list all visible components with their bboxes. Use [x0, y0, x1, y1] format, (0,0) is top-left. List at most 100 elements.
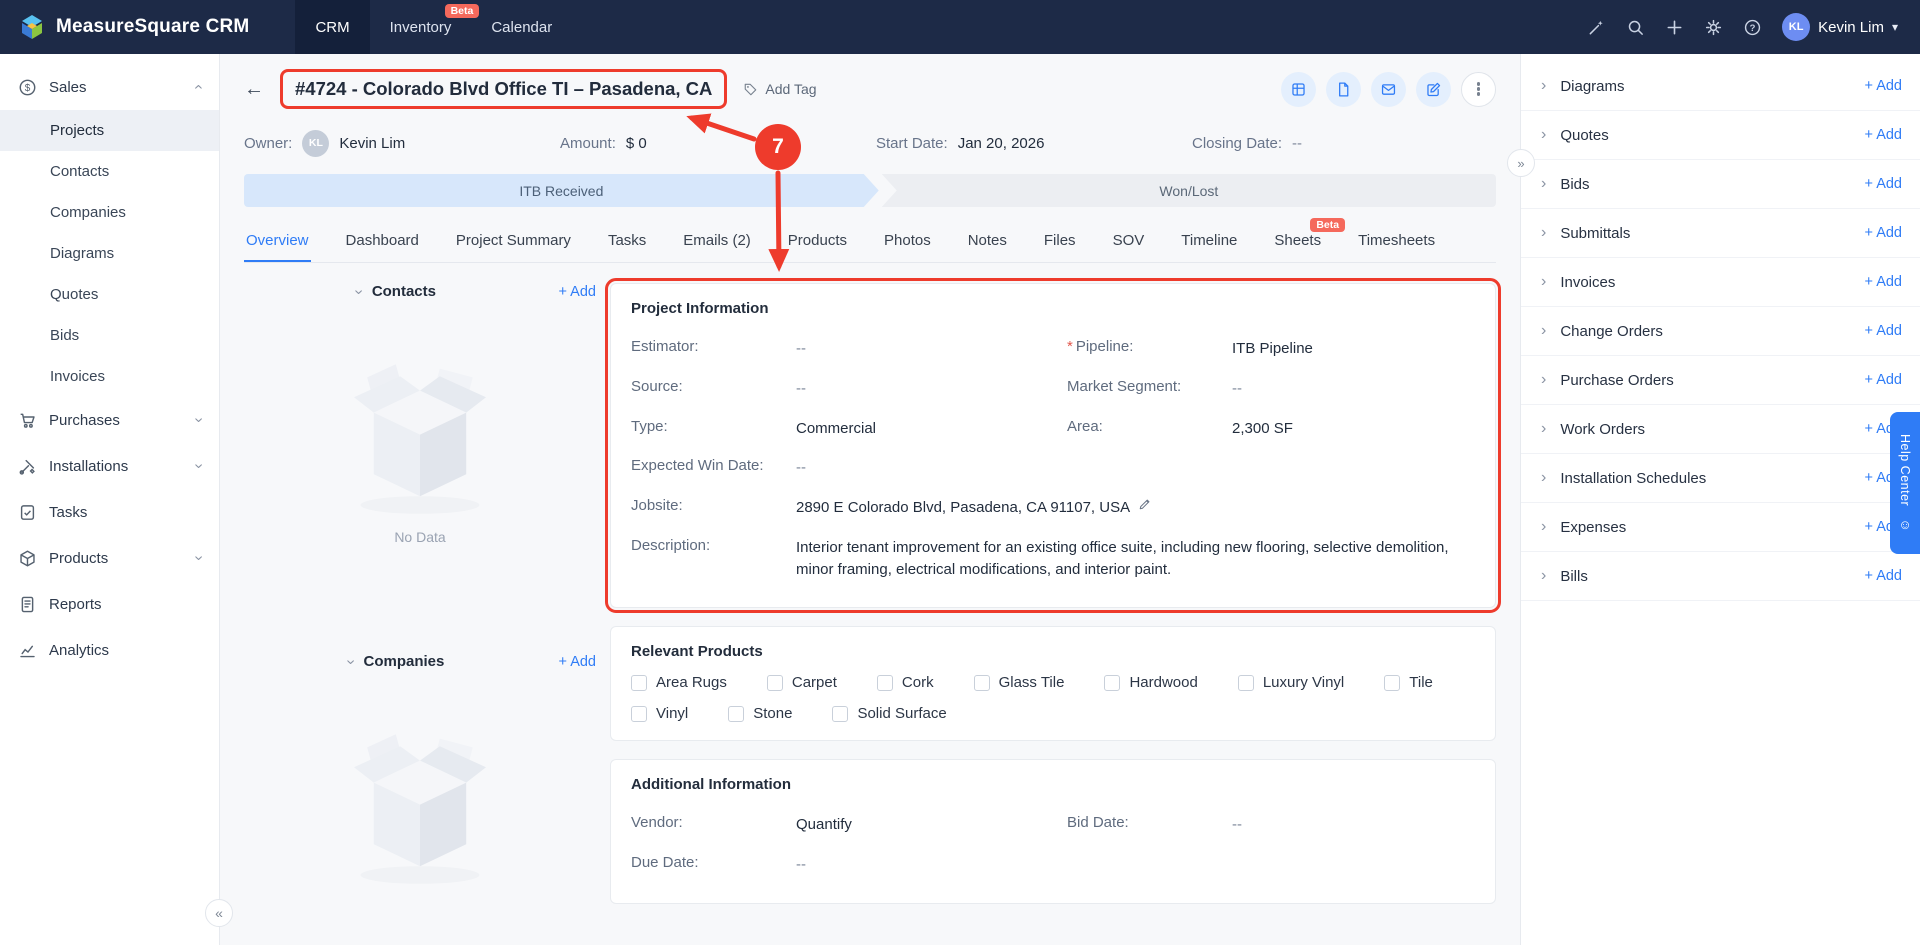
checkbox-tile[interactable]: Tile — [1384, 674, 1433, 691]
gear-icon[interactable] — [1704, 18, 1723, 37]
panel-row-expenses[interactable]: › Expenses + Add — [1521, 503, 1920, 552]
sidebar-item-quotes[interactable]: Quotes — [0, 274, 219, 315]
sidebar-item-contacts[interactable]: Contacts — [0, 151, 219, 192]
tab-timeline[interactable]: Timeline — [1179, 221, 1239, 262]
field-value[interactable]: Quantify — [796, 814, 852, 836]
tab-emails[interactable]: Emails (2) — [681, 221, 753, 262]
panel-row-submittals[interactable]: › Submittals + Add — [1521, 209, 1920, 258]
panel-row-invoices[interactable]: › Invoices + Add — [1521, 258, 1920, 307]
field-value[interactable]: Interior tenant improvement for an exist… — [796, 537, 1475, 581]
tab-products[interactable]: Products — [786, 221, 849, 262]
add-invoice-button[interactable]: + Add — [1865, 274, 1903, 290]
user-menu[interactable]: KL Kevin Lim ▾ — [1782, 13, 1898, 41]
nav-crm[interactable]: CRM — [295, 0, 370, 54]
panel-row-bills[interactable]: › Bills + Add — [1521, 552, 1920, 601]
stage-won-lost[interactable]: Won/Lost — [881, 174, 1496, 207]
sidebar-section-installations[interactable]: Installations › — [0, 443, 219, 489]
add-change-order-button[interactable]: + Add — [1865, 323, 1903, 339]
field-value[interactable]: -- — [1232, 378, 1242, 400]
checkbox-carpet[interactable]: Carpet — [766, 674, 837, 691]
chevron-right-icon[interactable]: › — [1541, 175, 1546, 193]
start-date-value[interactable]: Jan 20, 2026 — [958, 135, 1045, 152]
tab-dashboard[interactable]: Dashboard — [344, 221, 421, 262]
sidebar-item-projects[interactable]: Projects — [0, 110, 219, 151]
sidebar-section-tasks[interactable]: Tasks — [0, 489, 219, 535]
add-bid-button[interactable]: + Add — [1865, 176, 1903, 192]
tab-files[interactable]: Files — [1042, 221, 1078, 262]
add-quote-button[interactable]: + Add — [1865, 127, 1903, 143]
add-contact-button[interactable]: + Add — [558, 284, 596, 300]
tab-sov[interactable]: SOV — [1111, 221, 1147, 262]
chevron-right-icon[interactable]: › — [1541, 420, 1546, 438]
field-value[interactable]: -- — [796, 457, 806, 479]
panel-row-bids[interactable]: › Bids + Add — [1521, 160, 1920, 209]
diagram-button[interactable] — [1281, 71, 1316, 107]
collapse-sidebar-button[interactable]: « — [205, 899, 233, 927]
add-diagram-button[interactable]: + Add — [1865, 78, 1903, 94]
back-arrow-icon[interactable]: ← — [244, 78, 264, 101]
sidebar-section-analytics[interactable]: Analytics — [0, 627, 219, 673]
sidebar-section-sales[interactable]: $ Sales › — [0, 64, 219, 110]
sidebar-section-reports[interactable]: Reports — [0, 581, 219, 627]
field-value[interactable]: -- — [1232, 814, 1242, 836]
nav-inventory[interactable]: Inventory Beta — [370, 0, 480, 54]
tab-timesheets[interactable]: Timesheets — [1356, 221, 1437, 262]
tab-project-summary[interactable]: Project Summary — [454, 221, 573, 262]
closing-date-value[interactable]: -- — [1292, 135, 1302, 152]
document-button[interactable] — [1326, 71, 1361, 107]
add-company-button[interactable]: + Add — [559, 654, 597, 670]
magic-wand-icon[interactable] — [1587, 18, 1606, 37]
sidebar-item-companies[interactable]: Companies — [0, 192, 219, 233]
tab-sheets[interactable]: Sheets Beta — [1272, 218, 1346, 262]
sidebar-item-bids[interactable]: Bids — [0, 315, 219, 356]
sidebar-section-purchases[interactable]: Purchases › — [0, 397, 219, 443]
chevron-right-icon[interactable]: › — [1541, 126, 1546, 144]
stage-itb-received[interactable]: ITB Received — [244, 174, 879, 207]
field-value[interactable]: ITB Pipeline — [1232, 338, 1313, 360]
panel-row-diagrams[interactable]: › Diagrams + Add — [1521, 62, 1920, 111]
tab-tasks[interactable]: Tasks — [606, 221, 648, 262]
help-icon[interactable]: ? — [1743, 18, 1762, 37]
plus-icon[interactable] — [1665, 18, 1684, 37]
field-value[interactable]: -- — [796, 854, 806, 876]
chevron-down-icon[interactable]: › — [343, 659, 360, 664]
sidebar-item-invoices[interactable]: Invoices — [0, 356, 219, 397]
field-value[interactable]: Commercial — [796, 418, 876, 440]
checkbox-vinyl[interactable]: Vinyl — [631, 705, 688, 722]
tab-overview[interactable]: Overview — [244, 221, 311, 262]
chevron-right-icon[interactable]: › — [1541, 77, 1546, 95]
add-tag-button[interactable]: Add Tag — [743, 81, 817, 97]
panel-row-quotes[interactable]: › Quotes + Add — [1521, 111, 1920, 160]
panel-row-purchase-orders[interactable]: › Purchase Orders + Add — [1521, 356, 1920, 405]
sidebar-section-products[interactable]: Products › — [0, 535, 219, 581]
mail-button[interactable] — [1371, 71, 1406, 107]
expand-panel-button[interactable]: » — [1507, 149, 1535, 177]
field-value[interactable]: -- — [796, 338, 806, 360]
chevron-right-icon[interactable]: › — [1541, 273, 1546, 291]
help-center-tab[interactable]: Help Center ☺ — [1890, 412, 1920, 554]
chevron-right-icon[interactable]: › — [1541, 469, 1546, 487]
add-bill-button[interactable]: + Add — [1865, 568, 1903, 584]
checkbox-hardwood[interactable]: Hardwood — [1104, 674, 1198, 691]
chevron-right-icon[interactable]: › — [1541, 224, 1546, 242]
nav-calendar[interactable]: Calendar — [471, 0, 572, 54]
owner-value[interactable]: Kevin Lim — [339, 135, 405, 152]
checkbox-solid-surface[interactable]: Solid Surface — [832, 705, 947, 722]
chevron-right-icon[interactable]: › — [1541, 567, 1546, 585]
tab-notes[interactable]: Notes — [966, 221, 1009, 262]
search-icon[interactable] — [1626, 18, 1645, 37]
chevron-down-icon[interactable]: › — [351, 289, 368, 294]
more-options-button[interactable] — [1461, 71, 1496, 107]
checkbox-area-rugs[interactable]: Area Rugs — [631, 674, 727, 691]
checkbox-stone[interactable]: Stone — [728, 705, 792, 722]
panel-row-installation-schedules[interactable]: › Installation Schedules + Add — [1521, 454, 1920, 503]
amount-value[interactable]: $ 0 — [626, 135, 647, 152]
panel-row-change-orders[interactable]: › Change Orders + Add — [1521, 307, 1920, 356]
field-value[interactable]: -- — [796, 378, 806, 400]
chevron-right-icon[interactable]: › — [1541, 322, 1546, 340]
add-submittal-button[interactable]: + Add — [1865, 225, 1903, 241]
tab-photos[interactable]: Photos — [882, 221, 933, 262]
panel-row-work-orders[interactable]: › Work Orders + Add — [1521, 405, 1920, 454]
sidebar-item-diagrams[interactable]: Diagrams — [0, 233, 219, 274]
checkbox-glass-tile[interactable]: Glass Tile — [973, 674, 1064, 691]
